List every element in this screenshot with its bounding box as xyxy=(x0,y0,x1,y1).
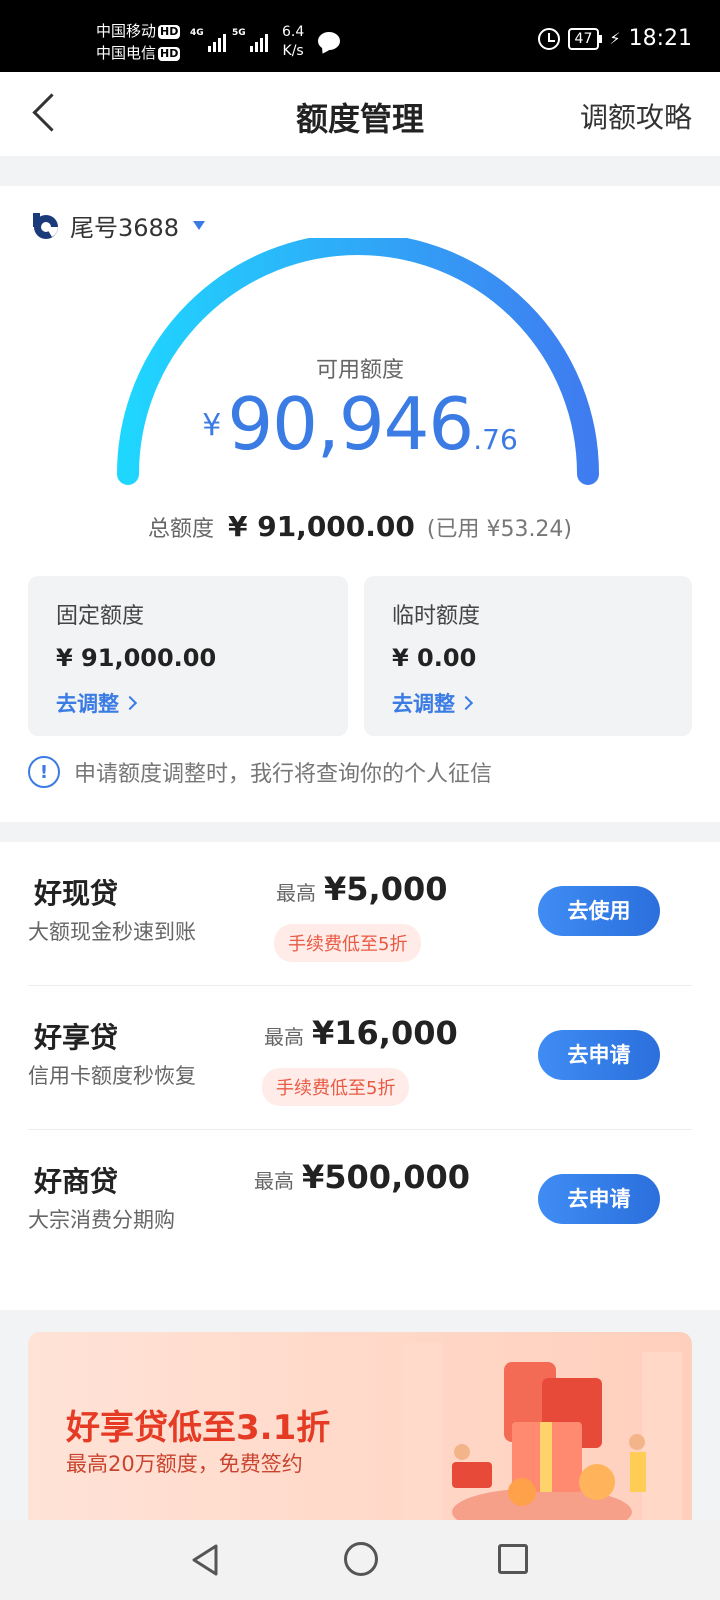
loan-max: 最高 ¥5,000 xyxy=(276,870,448,908)
system-nav-bar xyxy=(0,1520,720,1600)
nav-back-icon[interactable] xyxy=(188,1542,224,1578)
promo-illustration xyxy=(402,1342,682,1532)
loan-name: 好现贷 xyxy=(34,877,119,910)
used-credit: (已用 ¥53.24) xyxy=(426,517,573,542)
carrier-info: 中国移动 HD 中国电信 HD xyxy=(96,20,181,64)
use-button[interactable]: 去使用 xyxy=(538,886,660,936)
app-header: 额度管理 调额攻略 xyxy=(0,72,720,156)
available-credit-label: 可用额度 xyxy=(315,358,404,383)
loan-max: 最高 ¥16,000 xyxy=(264,1014,458,1052)
signal-icon: 5G xyxy=(232,28,268,52)
hd-badge: HD xyxy=(158,47,181,61)
credit-check-notice: ! 申请额度调整时，我行将查询你的个人征信 xyxy=(28,756,492,788)
total-credit-label: 总额度 xyxy=(147,517,214,542)
loan-products: 好现贷 大额现金秒速到账 最高 ¥5,000 手续费低至5折 去使用 好享贷 信用… xyxy=(0,842,720,1310)
fee-badge: 手续费低至5折 xyxy=(262,1068,410,1106)
loan-desc: 信用卡额度秒恢复 xyxy=(28,1064,196,1088)
available-credit-amount: ¥90,946.76 xyxy=(202,382,518,466)
carrier-1: 中国移动 xyxy=(96,22,157,40)
credit-summary-card: 尾号3688 可用额度 ¥90,946.76 总额度 ¥ 91,000.00 (已用… xyxy=(0,186,720,822)
fixed-credit-label: 固定额度 xyxy=(56,604,145,629)
network-type: 4G xyxy=(190,28,204,38)
alarm-icon xyxy=(537,27,560,50)
total-credit-value: ¥ 91,000.00 xyxy=(227,510,415,543)
fee-badge: 手续费低至5折 xyxy=(274,924,422,962)
guide-link[interactable]: 调额攻略 xyxy=(580,96,692,136)
loan-name: 好享贷 xyxy=(34,1021,119,1054)
adjust-fixed-link[interactable]: 去调整 xyxy=(56,688,138,718)
network-type: 5G xyxy=(232,28,246,38)
temp-credit-box: 临时额度 ¥ 0.00 去调整 xyxy=(364,576,692,736)
carrier-2: 中国电信 xyxy=(96,44,157,62)
network-speed: 6.4 K/s xyxy=(282,24,305,59)
loan-desc: 大额现金秒速到账 xyxy=(28,920,196,944)
nav-recent-icon[interactable] xyxy=(498,1544,528,1574)
loan-item: 好现贷 大额现金秒速到账 最高 ¥5,000 手续费低至5折 去使用 xyxy=(28,842,692,986)
battery-icon: 47 xyxy=(567,27,603,50)
adjust-temp-link[interactable]: 去调整 xyxy=(392,688,474,718)
battery-level: 47 xyxy=(574,30,593,47)
fixed-credit-box: 固定额度 ¥ 91,000.00 去调整 xyxy=(28,576,348,736)
loan-desc: 大宗消费分期购 xyxy=(28,1208,175,1232)
banner-title: 好享贷低至3.1折 xyxy=(66,1408,331,1448)
message-icon xyxy=(318,32,340,50)
promo-banner[interactable]: 好享贷低至3.1折 最高20万额度，免费签约 xyxy=(28,1332,692,1532)
temp-credit-value: ¥ 0.00 xyxy=(392,644,477,672)
hd-badge: HD xyxy=(158,25,181,39)
loan-item: 好享贷 信用卡额度秒恢复 最高 ¥16,000 手续费低至5折 去申请 xyxy=(28,986,692,1130)
loan-max: 最高 ¥500,000 xyxy=(254,1158,471,1196)
clock: 18:21 xyxy=(628,26,692,51)
charging-icon: ⚡ xyxy=(609,29,621,48)
info-circle-icon: ! xyxy=(28,756,60,788)
chevron-right-icon xyxy=(122,695,138,711)
banner-subtitle: 最高20万额度，免费签约 xyxy=(66,1452,303,1476)
chevron-right-icon xyxy=(458,695,474,711)
bank-logo-icon xyxy=(33,212,58,239)
loan-name: 好商贷 xyxy=(34,1165,119,1198)
status-bar: 中国移动 HD 中国电信 HD 4G 5G 6.4 K/s 47 ⚡ 18:21 xyxy=(0,0,720,72)
signal-icon: 4G xyxy=(190,28,226,52)
apply-button[interactable]: 去申请 xyxy=(538,1174,660,1224)
total-credit-line: 总额度 ¥ 91,000.00 (已用 ¥53.24) xyxy=(0,510,720,543)
loan-item: 好商贷 大宗消费分期购 最高 ¥500,000 去申请 xyxy=(28,1130,692,1274)
apply-button[interactable]: 去申请 xyxy=(538,1030,660,1080)
temp-credit-label: 临时额度 xyxy=(392,604,481,629)
fixed-credit-value: ¥ 91,000.00 xyxy=(56,644,217,672)
caret-down-icon xyxy=(193,221,206,230)
nav-home-icon[interactable] xyxy=(344,1542,378,1576)
